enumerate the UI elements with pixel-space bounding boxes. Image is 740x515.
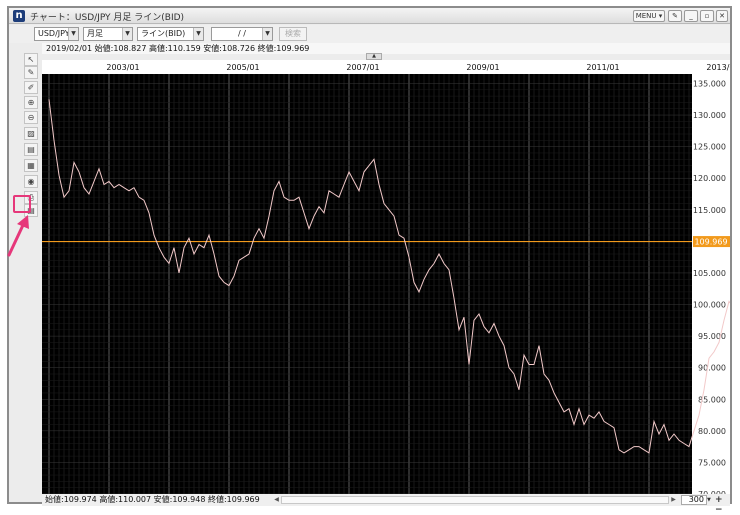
y-tick-label: 95.000 (698, 332, 726, 341)
y-tick-label: 90.000 (698, 364, 726, 373)
horizontal-scrollbar[interactable] (281, 496, 669, 504)
date-input[interactable]: / / ▼ (211, 27, 273, 41)
app-logo-icon: n (13, 10, 25, 22)
chart-type-select[interactable]: ライン(BID) ▼ (137, 27, 204, 41)
chart-window: n チャート：USD/JPY 月足 ライン(BID) MENU ▾ ✎ _ ▫ … (7, 6, 732, 515)
y-tick-label: 105.000 (693, 269, 726, 278)
chevron-down-icon[interactable]: ▼ (122, 28, 132, 40)
window-title: チャート：USD/JPY 月足 ライン(BID) (30, 13, 185, 23)
current-price-label: 109.969 (694, 238, 727, 247)
toolbar: USD/JPY ▼ 月足 ▼ ライン(BID) ▼ / / ▼ 検索 (9, 25, 730, 43)
minimize-button[interactable]: _ (684, 10, 698, 22)
zoom-in-icon[interactable]: + (715, 495, 723, 505)
y-tick-label: 130.000 (693, 111, 726, 120)
chart-type-value: ライン(BID) (141, 29, 186, 38)
pen-icon[interactable]: ✎ (668, 10, 682, 22)
close-button[interactable]: ✕ (716, 10, 728, 22)
period-select[interactable]: 月足 ▼ (83, 27, 133, 41)
compare-icon[interactable]: ▦ (24, 159, 38, 172)
currency-pair-select[interactable]: USD/JPY ▼ (34, 27, 79, 41)
zoom-controls[interactable]: +− (715, 495, 729, 515)
zoom-out-icon[interactable]: ⊖ (24, 111, 38, 124)
x-tick-label: 2007/01 (346, 63, 379, 72)
maximize-button[interactable]: ▫ (700, 10, 714, 22)
price-chart[interactable]: 2003/01 2005/01 2007/01 2009/01 2011/01 2013/… (42, 60, 730, 494)
screenshot-frame: n チャート：USD/JPY 月足 ライン(BID) MENU ▾ ✎ _ ▫ … (0, 0, 740, 515)
chart-type-icon[interactable]: ▨ (24, 127, 38, 140)
x-tick-label: 2005/01 (226, 63, 259, 72)
y-tick-label: 115.000 (693, 206, 726, 215)
y-tick-label: 75.000 (698, 458, 726, 467)
chevron-down-icon[interactable]: ▼ (68, 28, 78, 40)
y-tick-label: 100.000 (693, 301, 726, 310)
status-bar: 始値:109.974 高値:110.007 安値:109.948 終値:109.… (42, 494, 730, 515)
cursor-icon[interactable]: ↖ (24, 53, 38, 66)
scroll-left-icon[interactable]: ◀ (272, 496, 281, 504)
menu-button[interactable]: MENU ▾ (633, 10, 665, 22)
x-tick-label: 2009/01 (466, 63, 499, 72)
y-tick-label: 135.000 (693, 79, 726, 88)
latest-ohlc-text: 始値:109.974 高値:110.007 安値:109.948 終値:109.… (45, 495, 260, 504)
x-tick-label: 2013/01 (706, 63, 730, 72)
date-value: / / (238, 29, 246, 38)
x-tick-label: 2011/01 (586, 63, 619, 72)
search-button[interactable]: 検索 (279, 27, 307, 41)
time-axis (42, 60, 730, 74)
bar-count-input[interactable]: 300 (681, 495, 707, 505)
y-tick-label: 125.000 (693, 143, 726, 152)
period-value: 月足 (87, 29, 103, 38)
chevron-down-icon[interactable]: ▼ (707, 495, 713, 505)
indicator-icon[interactable]: ▤ (24, 143, 38, 156)
pencil-icon[interactable]: ✎ (24, 66, 38, 79)
zoom-out-icon[interactable]: − (715, 505, 723, 515)
scroll-right-icon[interactable]: ▶ (669, 496, 678, 504)
chevron-down-icon[interactable]: ▼ (262, 28, 272, 40)
annotation-arrow-icon (7, 215, 29, 257)
y-tick-label: 120.000 (693, 174, 726, 183)
zoom-in-icon[interactable]: ⊕ (24, 96, 38, 109)
eye-icon[interactable]: ◉ (24, 175, 38, 188)
chevron-down-icon[interactable]: ▼ (193, 28, 203, 40)
y-tick-label: 80.000 (698, 427, 726, 436)
x-tick-label: 2003/01 (106, 63, 139, 72)
highlight-box (13, 195, 31, 213)
title-bar: n チャート：USD/JPY 月足 ライン(BID) MENU ▾ ✎ _ ▫ … (9, 8, 730, 24)
clear-all-icon[interactable]: ✐ (24, 81, 38, 94)
ohlc-info-bar: 2019/02/01 始値:108.827 高値:110.159 安値:108.… (42, 43, 730, 54)
collapse-handle-icon[interactable]: ▲ (366, 53, 382, 60)
currency-pair-value: USD/JPY (38, 29, 70, 38)
